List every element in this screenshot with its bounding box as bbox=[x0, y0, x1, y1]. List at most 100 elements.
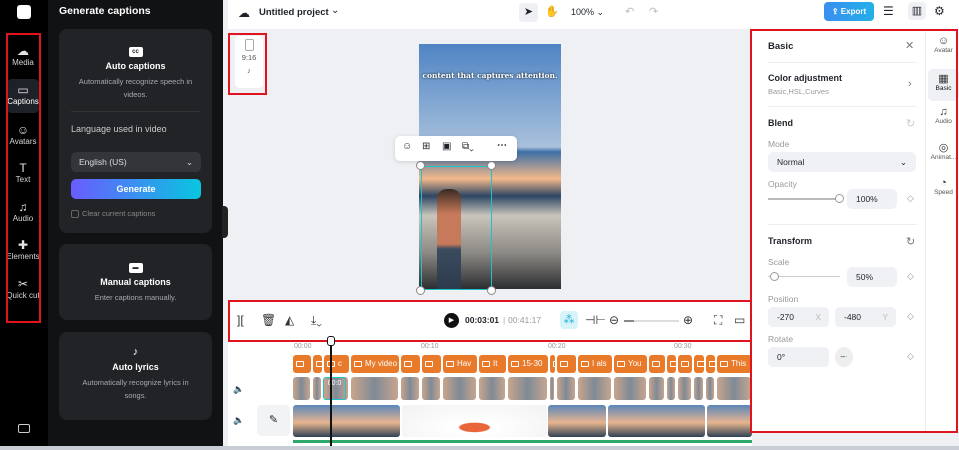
caption-clip[interactable] bbox=[667, 355, 676, 373]
caption-clip[interactable]: Hav bbox=[443, 355, 477, 373]
tab-audio[interactable]: ♫ Audio bbox=[928, 106, 959, 125]
rotate-dial[interactable]: –· bbox=[835, 347, 853, 367]
video-clip[interactable] bbox=[479, 377, 505, 400]
caption-clip[interactable]: It bbox=[479, 355, 506, 373]
caption-clip[interactable] bbox=[649, 355, 665, 373]
tab-avatar[interactable]: ☺ Avatar bbox=[928, 35, 959, 65]
video-clip[interactable] bbox=[614, 377, 646, 400]
edit-cover-icon[interactable]: ✎ bbox=[257, 405, 290, 436]
blend-mode-select[interactable]: Normal ⌄ bbox=[768, 152, 916, 172]
video-clip[interactable] bbox=[706, 377, 714, 400]
generate-button[interactable]: Generate bbox=[71, 179, 201, 199]
mute-icon[interactable]: 🔈 bbox=[233, 415, 244, 426]
playhead-handle[interactable] bbox=[327, 336, 335, 346]
split-icon[interactable]: ][ bbox=[237, 313, 244, 327]
caption-clip[interactable] bbox=[293, 355, 311, 373]
zoom-select[interactable]: 100% ⌄ bbox=[571, 7, 604, 18]
tab-speed[interactable]: ◔ Speed bbox=[928, 177, 959, 196]
caption-clip[interactable] bbox=[557, 355, 576, 373]
playhead[interactable] bbox=[330, 338, 332, 450]
caption-clip[interactable]: I als bbox=[578, 355, 612, 373]
auto-lyrics-card[interactable]: ♪ Auto lyrics Automatically recognize ly… bbox=[59, 332, 212, 420]
rail-item-avatars[interactable]: ☺ Avatars bbox=[6, 123, 40, 146]
caption-clip[interactable]: You bbox=[614, 355, 647, 373]
remove-background-icon[interactable]: ☺ bbox=[402, 141, 412, 152]
scale-slider[interactable] bbox=[768, 272, 840, 281]
caption-clip[interactable] bbox=[550, 355, 555, 373]
select-pointer-icon[interactable]: ➤ bbox=[519, 3, 538, 22]
undo-icon[interactable]: ↶ bbox=[625, 5, 634, 18]
hand-icon[interactable]: ✋ bbox=[545, 5, 559, 18]
rail-item-elements[interactable]: ✚ Elements bbox=[6, 238, 40, 261]
tab-animation[interactable]: ◎ Animat... bbox=[928, 141, 959, 161]
background-clip[interactable] bbox=[293, 405, 400, 437]
opacity-input[interactable]: 100% bbox=[847, 189, 897, 209]
tab-basic[interactable]: ▦ Basic bbox=[928, 69, 959, 101]
resize-handle[interactable] bbox=[416, 161, 425, 170]
rail-item-text[interactable]: T Text bbox=[6, 161, 40, 184]
background-clip[interactable] bbox=[707, 405, 752, 437]
zoom-slider[interactable] bbox=[624, 320, 679, 322]
replace-icon[interactable]: ⧉⌄ bbox=[462, 141, 474, 152]
trash-icon[interactable]: 🗑 bbox=[261, 313, 276, 327]
caption-clip[interactable] bbox=[313, 355, 322, 373]
scale-input[interactable]: 50% bbox=[847, 267, 897, 287]
resize-handle[interactable] bbox=[487, 161, 496, 170]
keyboard-icon[interactable] bbox=[18, 424, 30, 433]
project-title[interactable]: Untitled project bbox=[259, 7, 329, 18]
flip-icon[interactable]: ◭ bbox=[285, 313, 294, 327]
selected-clip[interactable]: 00:0 bbox=[323, 377, 346, 400]
reset-icon[interactable]: ↻ bbox=[906, 117, 915, 130]
selection-box[interactable] bbox=[421, 166, 492, 290]
caption-clip[interactable]: c bbox=[324, 355, 349, 373]
mute-icon[interactable]: 🔈 bbox=[233, 384, 244, 395]
video-clip[interactable] bbox=[694, 377, 703, 400]
download-icon[interactable]: ⤓⌄ bbox=[311, 313, 322, 328]
video-clip[interactable] bbox=[678, 377, 691, 400]
redo-icon[interactable]: ↷ bbox=[649, 5, 658, 18]
video-clip[interactable] bbox=[667, 377, 675, 400]
export-button[interactable]: ⇪ Export bbox=[824, 2, 874, 21]
video-clip[interactable] bbox=[557, 377, 575, 400]
caption-clip[interactable] bbox=[678, 355, 692, 373]
keyframe-icon[interactable]: ◇ bbox=[907, 193, 914, 204]
video-clip[interactable] bbox=[550, 377, 554, 400]
video-clip[interactable] bbox=[443, 377, 476, 400]
slider-thumb[interactable] bbox=[835, 194, 844, 203]
clear-captions-checkbox[interactable]: Clear current captions bbox=[71, 209, 155, 219]
keyframe-icon[interactable]: ◇ bbox=[907, 311, 914, 322]
video-clip[interactable] bbox=[401, 377, 419, 400]
play-button[interactable]: ▶ bbox=[444, 313, 459, 328]
layers-icon[interactable]: ☰ bbox=[883, 4, 894, 18]
add-image-icon[interactable]: ⊞ bbox=[422, 141, 430, 152]
caption-clip[interactable] bbox=[401, 355, 420, 373]
video-clip[interactable] bbox=[578, 377, 611, 400]
video-clip[interactable] bbox=[313, 377, 321, 400]
rail-item-captions[interactable]: ▭ Captions bbox=[6, 79, 40, 113]
panel-layout-icon[interactable]: ▥ bbox=[908, 2, 926, 20]
rail-item-media[interactable]: ☁ Media bbox=[6, 44, 40, 67]
zoom-in-icon[interactable]: ⊕ bbox=[683, 313, 693, 327]
caption-clip[interactable]: My video bbox=[351, 355, 399, 373]
position-x-input[interactable]: -270 X bbox=[768, 307, 829, 327]
auto-snap-icon[interactable]: ⁂ bbox=[560, 311, 578, 329]
video-clip[interactable] bbox=[422, 377, 440, 400]
rail-item-quick-cut[interactable]: ✂ Quick cut bbox=[6, 277, 40, 301]
close-icon[interactable]: ✕ bbox=[905, 39, 914, 52]
panel-collapse-handle[interactable] bbox=[222, 206, 228, 238]
more-icon[interactable]: ⋯ bbox=[497, 140, 507, 151]
rotate-input[interactable]: 0° bbox=[768, 347, 829, 367]
audio-track[interactable] bbox=[293, 440, 752, 443]
caption-clip[interactable] bbox=[694, 355, 704, 373]
slider-thumb[interactable] bbox=[770, 272, 779, 281]
keyframe-icon[interactable]: ◇ bbox=[907, 351, 914, 362]
manual-captions-card[interactable]: ▬ Manual captions Enter captions manuall… bbox=[59, 244, 212, 320]
video-clip[interactable] bbox=[717, 377, 751, 400]
caption-clip[interactable]: 15-30 bbox=[508, 355, 548, 373]
video-clip[interactable] bbox=[649, 377, 664, 400]
position-y-input[interactable]: -480 Y bbox=[835, 307, 896, 327]
keyframe-icon[interactable]: ◇ bbox=[907, 271, 914, 282]
language-select[interactable]: English (US) ⌄ bbox=[71, 152, 201, 172]
opacity-slider[interactable] bbox=[768, 194, 844, 203]
zoom-out-icon[interactable]: ⊖ bbox=[609, 313, 619, 327]
